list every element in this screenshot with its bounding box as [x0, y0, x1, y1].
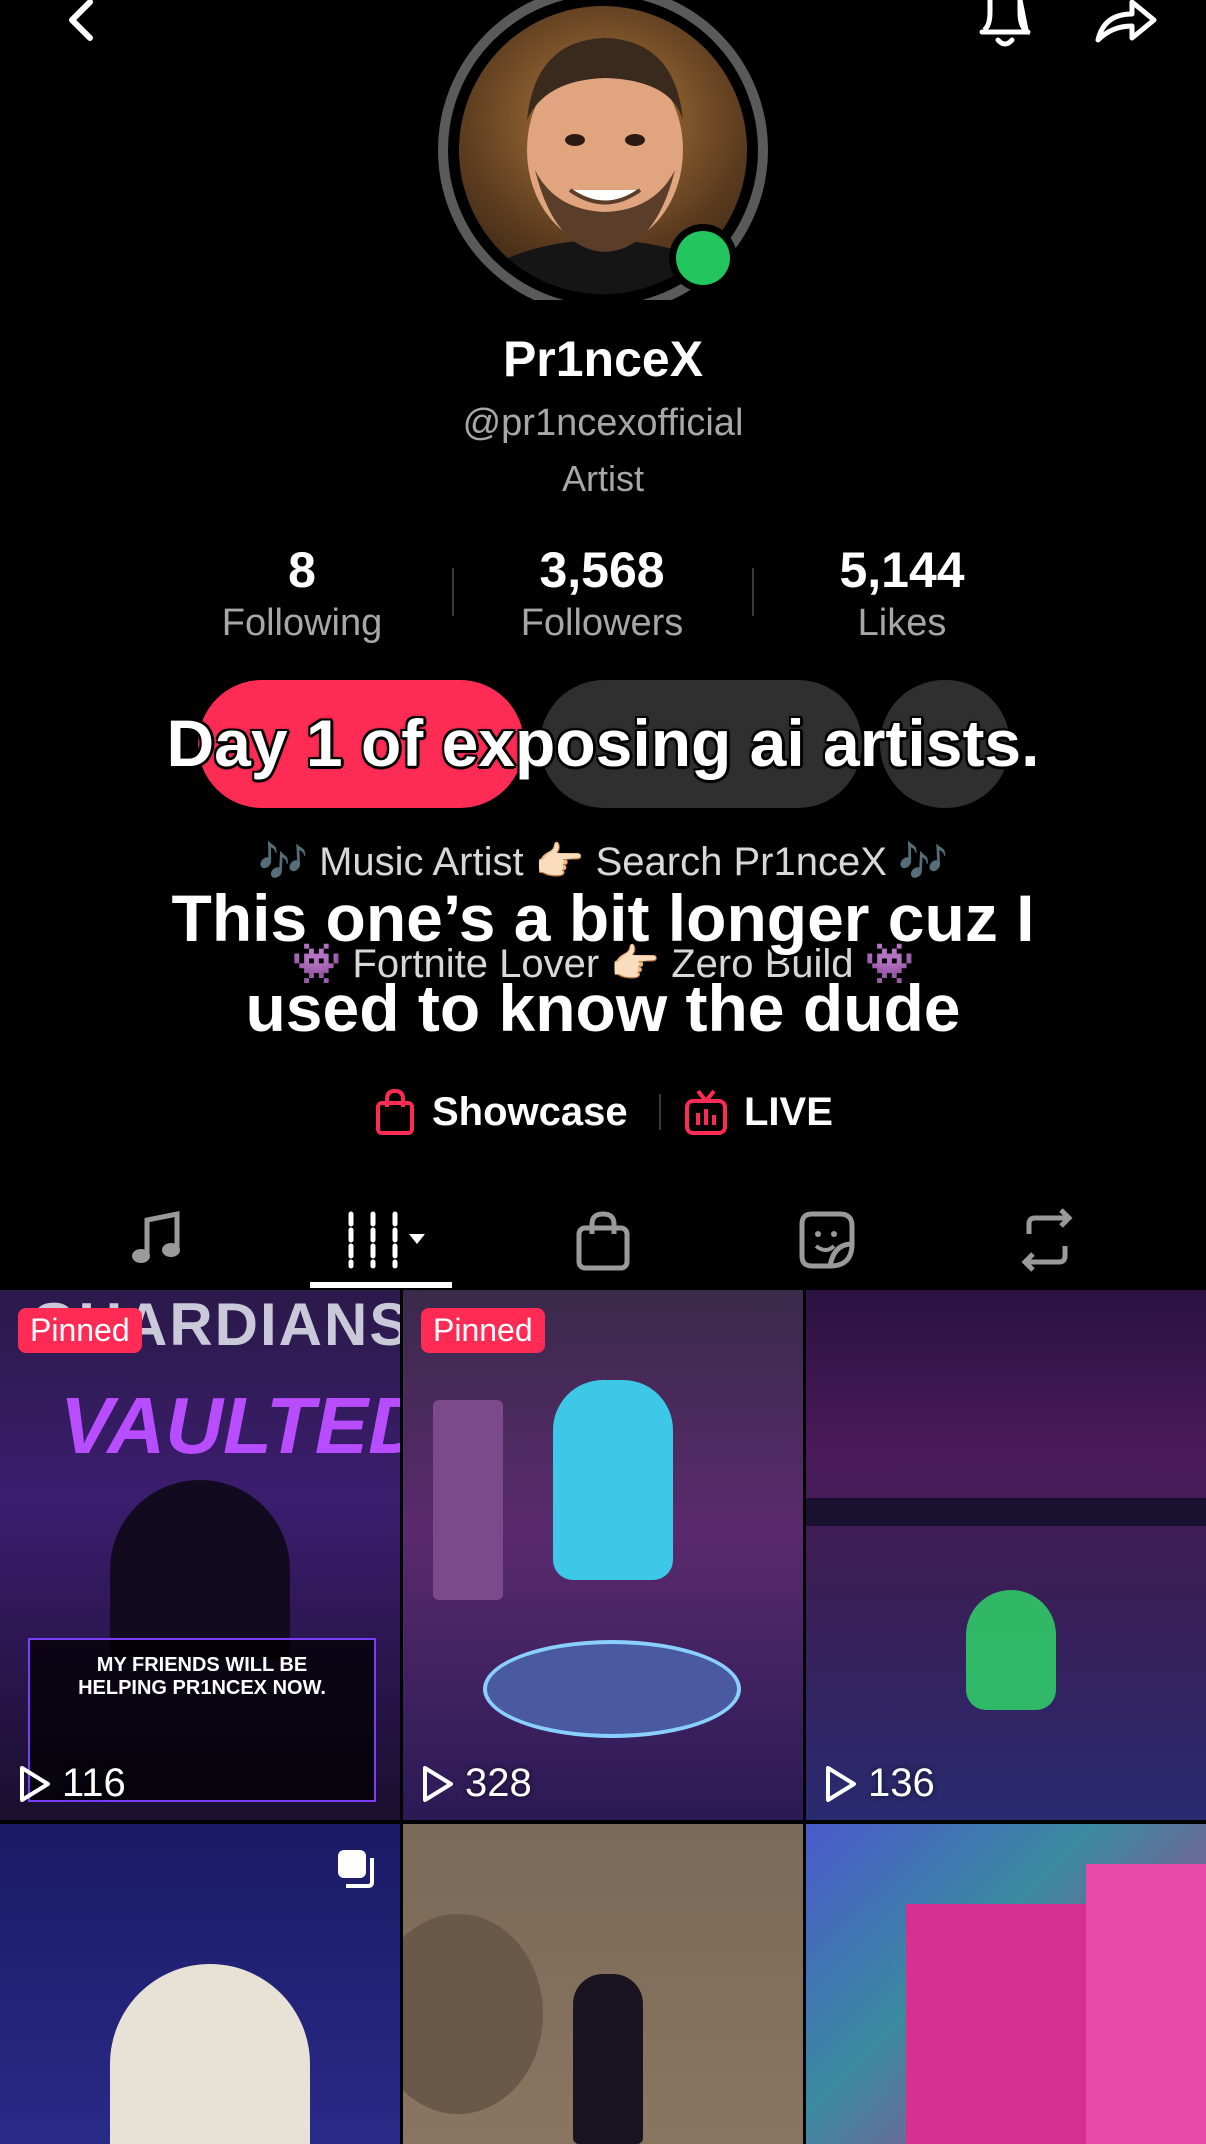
stat-likes: 5,144 Likes: [772, 540, 1032, 646]
thumbnail-wall: [1086, 1864, 1206, 2144]
following-label: Following: [221, 602, 383, 644]
video-thumbnail[interactable]: GUARDIANS VAULTED MY FRIENDS WILL BE HEL…: [0, 1290, 400, 1820]
share-button[interactable]: [1090, 0, 1160, 50]
bell-icon: [979, 0, 1031, 47]
likes-count: 5,144: [839, 542, 965, 598]
video-thumbnail[interactable]: [403, 1824, 803, 2144]
thumbnail-wall: [906, 1904, 1086, 2144]
chevron-left-icon: [69, 0, 93, 41]
followers-label: Followers: [520, 602, 684, 644]
tab-reposts[interactable]: [926, 1190, 1167, 1290]
video-caption-line: Day 1 of exposing ai artists.: [166, 706, 1040, 780]
thumbnail-banner: [806, 1498, 1206, 1526]
video-thumbnail[interactable]: Pinned 328: [403, 1290, 803, 1820]
live-label: LIVE: [744, 1089, 833, 1134]
view-count-value: 136: [868, 1761, 935, 1805]
active-tab-indicator: [310, 1282, 452, 1288]
thumbnail-art-text: VAULTED: [60, 1381, 400, 1470]
notifications-button[interactable]: [970, 0, 1040, 50]
thumbnail-character: [110, 1964, 310, 2144]
stat-divider: [752, 568, 754, 616]
thumbnail-headline: MY FRIENDS WILL BE HELPING PR1NCEX NOW.: [78, 1654, 326, 1699]
play-icon: [826, 1765, 856, 1802]
tab-videos[interactable]: [262, 1190, 503, 1290]
tab-stickers[interactable]: [705, 1190, 946, 1290]
thumbnail-platform: [483, 1640, 741, 1738]
video-thumbnail[interactable]: 136: [806, 1290, 1206, 1820]
username-handle: @pr1ncexofficial: [462, 402, 744, 444]
shopping-bag-icon: [376, 1088, 414, 1135]
pinned-badge: Pinned: [421, 1308, 545, 1353]
content-tabs: [0, 1190, 1206, 1290]
sticker-icon: [799, 1211, 854, 1269]
multi-photo-icon: [338, 1850, 374, 1888]
thumbnail-arcade-cabinet: [433, 1400, 503, 1600]
view-count-value: 328: [465, 1761, 532, 1805]
likes-label: Likes: [857, 602, 947, 644]
account-category: Artist: [561, 458, 644, 499]
repost-icon: [1020, 1208, 1073, 1272]
view-count: 116: [18, 1761, 126, 1806]
play-icon: [423, 1765, 453, 1802]
profile-links: Showcase LIVE: [0, 1082, 1206, 1142]
shop-bag-icon: [576, 1211, 629, 1271]
display-name: Pr1nceX: [502, 331, 704, 387]
view-count-value: 116: [62, 1761, 126, 1805]
followers-count: 3,568: [539, 542, 665, 598]
link-divider: [659, 1094, 661, 1130]
caret-down-icon: [408, 1234, 425, 1244]
bio-line: 🎶 Music Artist 👉🏻 Search Pr1nceX 🎶: [258, 840, 948, 884]
thumbnail-figure: [573, 1974, 643, 2144]
video-caption-line: This one’s a bit longer cuz I: [171, 881, 1035, 955]
video-caption-line: used to know the dude: [245, 971, 961, 1045]
back-button[interactable]: [50, 0, 120, 50]
thumbnail-figure: [110, 1480, 290, 1660]
stat-followers[interactable]: 3,568 Followers: [472, 540, 732, 646]
thumbnail-figure: [966, 1590, 1056, 1710]
live-link[interactable]: LIVE: [684, 1082, 833, 1142]
video-grid: GUARDIANS VAULTED MY FRIENDS WILL BE HEL…: [0, 1290, 1206, 2144]
pinned-badge: Pinned: [18, 1308, 142, 1353]
view-count: 136: [824, 1761, 935, 1806]
stat-divider: [452, 568, 454, 616]
view-count: 328: [421, 1761, 532, 1806]
tab-shop[interactable]: [482, 1190, 723, 1290]
play-icon: [20, 1765, 50, 1802]
videos-grid-icon: [348, 1211, 425, 1269]
live-tv-icon: [685, 1089, 727, 1135]
video-thumbnail[interactable]: [0, 1824, 400, 2144]
share-arrow-icon: [1095, 0, 1157, 43]
profile-avatar[interactable]: [435, 0, 771, 315]
video-thumbnail[interactable]: [806, 1824, 1206, 2144]
thumbnail-robot: [553, 1380, 673, 1580]
online-status-dot: [676, 231, 730, 285]
showcase-label: Showcase: [432, 1089, 628, 1134]
thumbnail-rock: [403, 1914, 543, 2114]
music-note-icon: [131, 1210, 180, 1263]
stat-following[interactable]: 8 Following: [172, 540, 432, 646]
following-count: 8: [288, 542, 316, 598]
avatar-image: [438, 0, 768, 315]
tab-music[interactable]: [36, 1190, 277, 1290]
showcase-link[interactable]: Showcase: [374, 1082, 628, 1142]
